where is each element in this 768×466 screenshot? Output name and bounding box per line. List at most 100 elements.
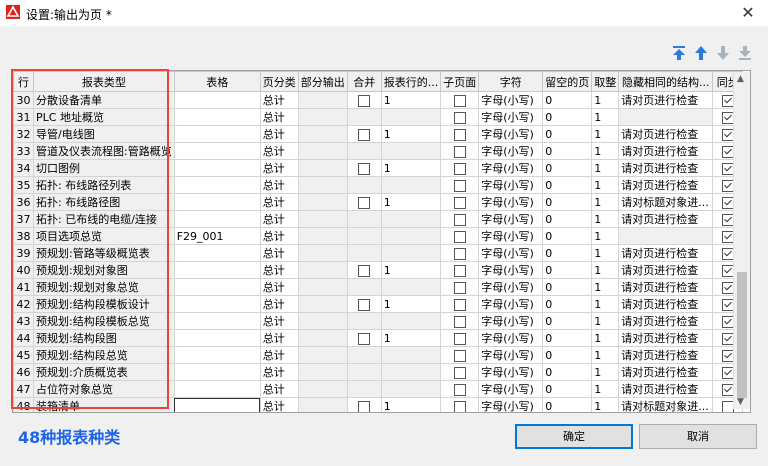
table-cell[interactable] <box>173 108 261 126</box>
merge-cell[interactable] <box>346 142 382 160</box>
blank-pages-cell[interactable]: 0 <box>542 278 593 296</box>
sub-page-checkbox[interactable] <box>453 349 466 362</box>
blank-pages-cell[interactable]: 0 <box>542 193 593 211</box>
report-lines-cell[interactable] <box>380 108 442 126</box>
table-cell[interactable] <box>173 380 261 398</box>
table-cell[interactable] <box>173 278 261 296</box>
merge-cell[interactable] <box>346 346 382 364</box>
page-category-cell[interactable]: 总计 <box>259 125 299 143</box>
table-cell[interactable] <box>173 159 261 177</box>
report-lines-cell[interactable] <box>380 176 442 194</box>
sub-page-checkbox[interactable] <box>453 332 466 345</box>
sub-page-checkbox[interactable] <box>453 281 466 294</box>
merge-cell[interactable] <box>346 227 382 245</box>
page-category-cell[interactable]: 总计 <box>259 108 299 126</box>
header-blank-pages[interactable]: 留空的页 <box>542 71 593 92</box>
header-hide-same-structure[interactable]: 隐藏相同的结构... <box>618 71 714 92</box>
hide-structure-cell[interactable]: 请对页进行检查 <box>618 91 714 109</box>
merge-cell[interactable] <box>346 295 382 313</box>
table-cell[interactable] <box>173 125 261 143</box>
merge-cell[interactable] <box>346 261 382 279</box>
characters-cell[interactable]: 字母(小写) <box>478 329 544 347</box>
characters-cell[interactable]: 字母(小写) <box>478 227 544 245</box>
rounding-cell[interactable]: 1 <box>591 278 620 296</box>
rounding-cell[interactable]: 1 <box>591 397 620 412</box>
page-category-cell[interactable]: 总计 <box>259 193 299 211</box>
merge-cell[interactable] <box>346 397 382 412</box>
rounding-cell[interactable]: 1 <box>591 91 620 109</box>
vertical-scrollbar[interactable]: ▲ ▼ <box>733 72 750 409</box>
report-lines-cell[interactable] <box>380 363 442 381</box>
rounding-cell[interactable]: 1 <box>591 142 620 160</box>
sync-checkbox[interactable] <box>721 298 734 311</box>
blank-pages-cell[interactable]: 0 <box>542 244 593 262</box>
sync-checkbox[interactable] <box>721 383 734 396</box>
table-cell[interactable] <box>173 142 261 160</box>
report-lines-cell[interactable]: 1 <box>380 261 442 279</box>
rounding-cell[interactable]: 1 <box>591 329 620 347</box>
sub-page-cell[interactable] <box>440 363 480 381</box>
hide-structure-cell[interactable]: 请对页进行检查 <box>618 346 714 364</box>
report-lines-cell[interactable] <box>380 244 442 262</box>
close-button[interactable]: ✕ <box>738 3 758 23</box>
blank-pages-cell[interactable]: 0 <box>542 142 593 160</box>
rounding-cell[interactable]: 1 <box>591 227 620 245</box>
characters-cell[interactable]: 字母(小写) <box>478 295 544 313</box>
table-cell[interactable] <box>173 312 261 330</box>
report-lines-cell[interactable]: 1 <box>380 329 442 347</box>
characters-cell[interactable]: 字母(小写) <box>478 108 544 126</box>
sub-page-checkbox[interactable] <box>453 383 466 396</box>
merge-cell[interactable] <box>346 329 382 347</box>
page-category-cell[interactable]: 总计 <box>259 91 299 109</box>
sub-page-cell[interactable] <box>440 142 480 160</box>
characters-cell[interactable]: 字母(小写) <box>478 159 544 177</box>
merge-cell[interactable] <box>346 312 382 330</box>
report-lines-cell[interactable]: 1 <box>380 397 442 412</box>
sub-page-checkbox[interactable] <box>453 94 466 107</box>
characters-cell[interactable]: 字母(小写) <box>478 91 544 109</box>
merge-cell[interactable] <box>346 176 382 194</box>
page-category-cell[interactable]: 总计 <box>259 142 299 160</box>
sub-page-cell[interactable] <box>440 397 480 412</box>
merge-cell[interactable] <box>346 380 382 398</box>
table-cell[interactable] <box>173 193 261 211</box>
ok-button[interactable]: 确定 <box>515 424 633 449</box>
merge-checkbox[interactable] <box>358 128 371 141</box>
sync-checkbox[interactable] <box>721 315 734 328</box>
page-category-cell[interactable]: 总计 <box>259 159 299 177</box>
rounding-cell[interactable]: 1 <box>591 210 620 228</box>
table-cell[interactable] <box>173 295 261 313</box>
characters-cell[interactable]: 字母(小写) <box>478 261 544 279</box>
sync-checkbox[interactable] <box>721 247 734 260</box>
sync-checkbox[interactable] <box>721 332 734 345</box>
report-lines-cell[interactable] <box>380 312 442 330</box>
rounding-cell[interactable]: 1 <box>591 108 620 126</box>
sub-page-cell[interactable] <box>440 159 480 177</box>
report-lines-cell[interactable] <box>380 227 442 245</box>
header-table[interactable]: 表格 <box>173 71 261 92</box>
page-category-cell[interactable]: 总计 <box>259 295 299 313</box>
move-top-icon[interactable] <box>670 44 688 62</box>
sub-page-checkbox[interactable] <box>453 230 466 243</box>
hide-structure-cell[interactable] <box>618 108 714 126</box>
page-category-cell[interactable]: 总计 <box>259 346 299 364</box>
merge-cell[interactable] <box>346 363 382 381</box>
table-cell[interactable] <box>173 397 261 412</box>
blank-pages-cell[interactable]: 0 <box>542 159 593 177</box>
merge-cell[interactable] <box>346 278 382 296</box>
merge-cell[interactable] <box>346 91 382 109</box>
sync-checkbox[interactable] <box>721 366 734 379</box>
page-category-cell[interactable]: 总计 <box>259 278 299 296</box>
page-category-cell[interactable]: 总计 <box>259 363 299 381</box>
characters-cell[interactable]: 字母(小写) <box>478 278 544 296</box>
sync-checkbox[interactable] <box>721 349 734 362</box>
blank-pages-cell[interactable]: 0 <box>542 108 593 126</box>
sub-page-cell[interactable] <box>440 227 480 245</box>
report-lines-cell[interactable]: 1 <box>380 295 442 313</box>
move-up-icon[interactable] <box>692 44 710 62</box>
table-cell[interactable] <box>173 210 261 228</box>
merge-checkbox[interactable] <box>358 264 371 277</box>
table-cell[interactable] <box>173 346 261 364</box>
hide-structure-cell[interactable]: 请对页进行检查 <box>618 125 714 143</box>
characters-cell[interactable]: 字母(小写) <box>478 193 544 211</box>
